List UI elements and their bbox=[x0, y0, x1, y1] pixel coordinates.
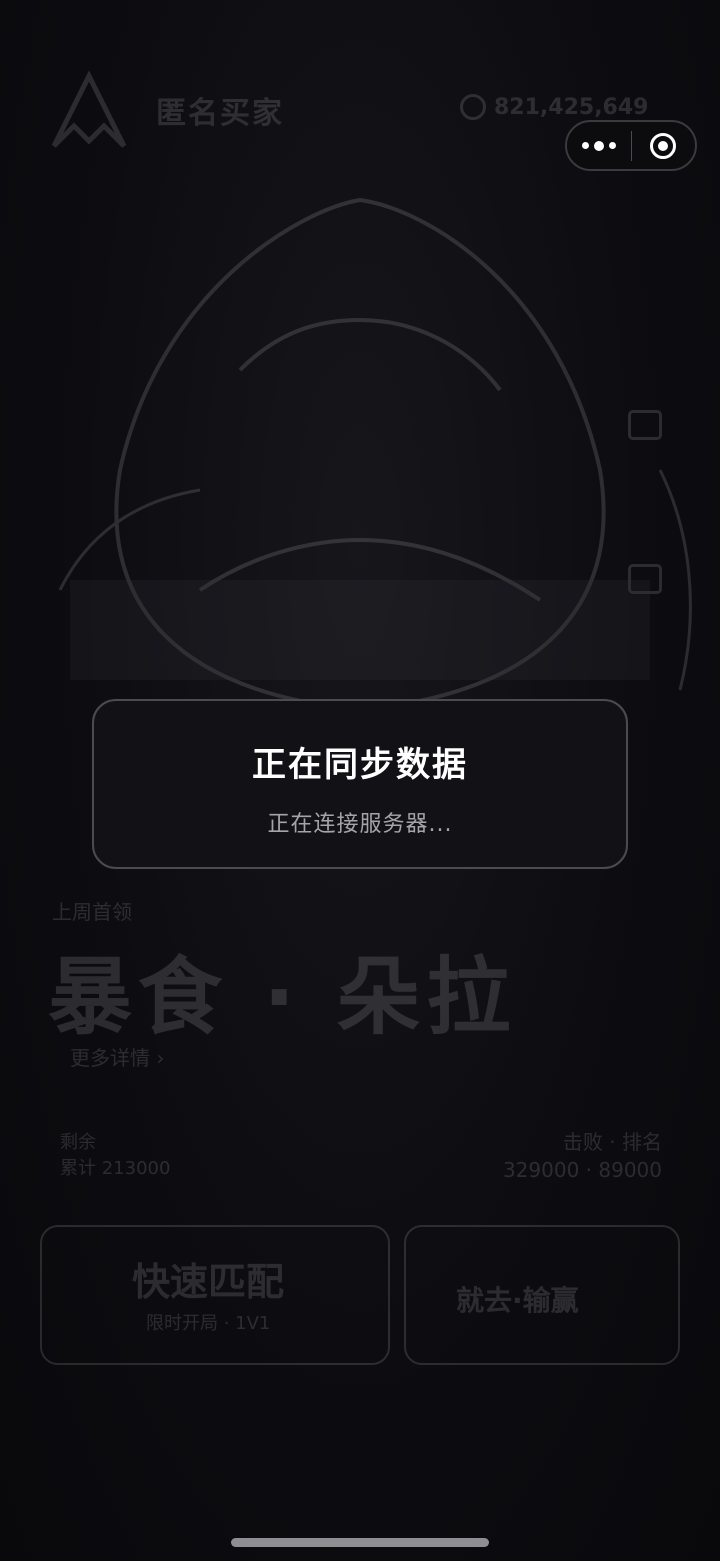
more-dots-icon bbox=[581, 140, 616, 151]
challenge-title: 就去·输赢 bbox=[456, 1284, 579, 1317]
stats-left: 剩余 累计 213000 bbox=[60, 1130, 170, 1182]
app-name: 匿名买家 bbox=[156, 96, 284, 131]
boss-label: 上周首领 bbox=[52, 900, 132, 924]
quick-match-card: 快速匹配 限时开局 · 1V1 bbox=[40, 1225, 390, 1365]
stats-right: 击败 · 排名 329000 · 89000 bbox=[503, 1128, 662, 1184]
boss-title: 暴食 · 朵拉 bbox=[48, 948, 517, 1046]
boss-artwork bbox=[58, 197, 692, 713]
quick-match-title: 快速匹配 bbox=[132, 1260, 285, 1304]
app-logo-icon bbox=[51, 70, 127, 148]
coin-balance: 821,425,649 bbox=[460, 94, 648, 120]
stats-left-bottom: 累计 213000 bbox=[60, 1158, 171, 1179]
mini-program-capsule bbox=[565, 120, 697, 171]
more-details-link: 更多详情 › bbox=[70, 1046, 165, 1070]
target-close-icon bbox=[650, 132, 677, 159]
quick-match-subtitle: 限时开局 · 1V1 bbox=[146, 1313, 271, 1334]
side-mail-icon bbox=[628, 564, 662, 594]
coin-amount: 821,425,649 bbox=[494, 94, 649, 120]
stats-right-bottom: 329000 · 89000 bbox=[502, 1158, 662, 1182]
home-indicator[interactable] bbox=[231, 1538, 489, 1547]
screen: 匿名买家 821,425,649 上周首领 暴食 · 朵拉 更多详情 › 剩余 … bbox=[0, 0, 720, 1561]
stats-left-top: 剩余 bbox=[60, 1132, 96, 1153]
modal-title: 正在同步数据 bbox=[252, 745, 468, 785]
challenge-card: 就去·输赢 bbox=[404, 1225, 680, 1365]
more-button[interactable] bbox=[567, 122, 631, 169]
coin-icon bbox=[460, 94, 486, 120]
close-button[interactable] bbox=[632, 122, 696, 169]
side-menu-icon bbox=[628, 410, 662, 440]
modal-message: 正在连接服务器... bbox=[267, 812, 453, 837]
sync-loading-modal: 正在同步数据 正在连接服务器... bbox=[92, 699, 628, 869]
stats-right-top: 击败 · 排名 bbox=[562, 1130, 662, 1154]
